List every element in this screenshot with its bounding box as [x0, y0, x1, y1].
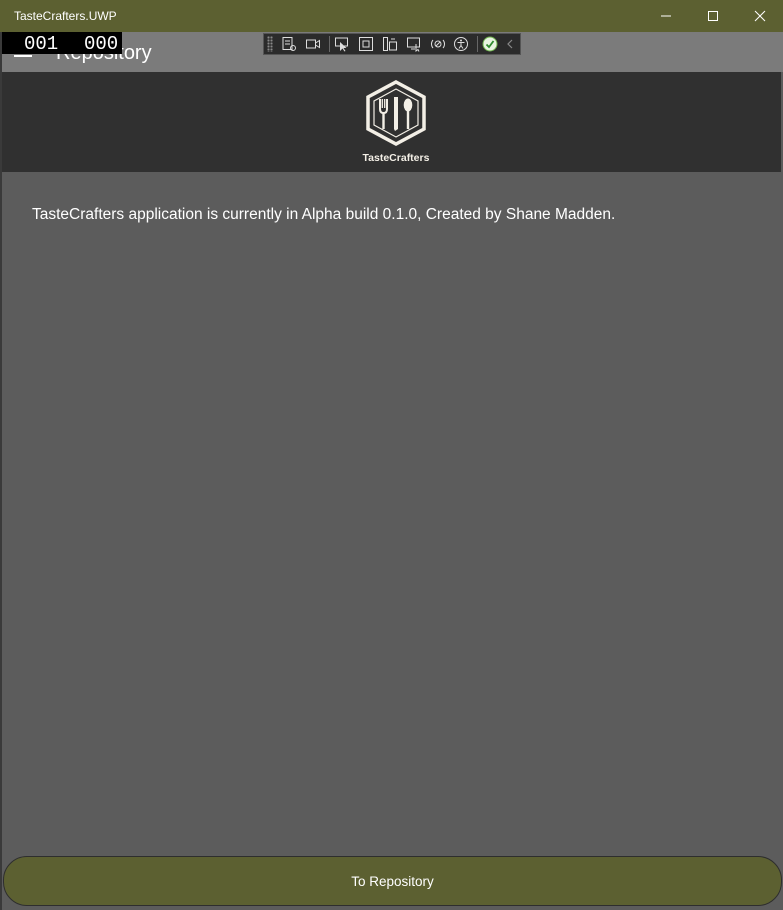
brand-banner: TasteCrafters	[2, 72, 781, 172]
close-icon	[754, 10, 766, 22]
tastecrafters-logo: TasteCrafters	[358, 79, 434, 169]
to-repository-button[interactable]: To Repository	[3, 856, 782, 906]
maximize-button[interactable]	[690, 0, 736, 32]
accessibility-button[interactable]	[451, 34, 472, 54]
minimize-button[interactable]	[643, 0, 689, 32]
status-ok-button[interactable]	[480, 34, 501, 54]
select-element-icon	[334, 37, 348, 52]
collapse-chevron-icon	[507, 39, 513, 49]
xaml-debug-toolbar	[263, 33, 521, 55]
collapse-toolbar-button[interactable]	[504, 34, 517, 54]
toolbar-separator	[476, 36, 478, 52]
window-title: TasteCrafters.UWP	[14, 9, 117, 23]
toolbar-separator	[328, 36, 330, 52]
display-layout-adorners-icon	[358, 37, 373, 51]
live-visual-tree-icon	[282, 37, 297, 51]
record-button[interactable]	[303, 34, 324, 54]
maximize-icon	[708, 11, 718, 21]
accessibility-icon	[454, 37, 469, 51]
display-layout-adorners-button[interactable]	[355, 34, 376, 54]
record-icon	[306, 39, 321, 49]
frame-rate-counter: 001 000	[2, 32, 122, 55]
select-element-button[interactable]	[331, 34, 352, 54]
hot-reload-button[interactable]	[427, 34, 448, 54]
track-focus-icon	[382, 37, 397, 51]
frame-counter-left: 001	[24, 33, 59, 55]
minimize-icon	[661, 15, 671, 17]
close-button[interactable]	[737, 0, 783, 32]
bind-failures-button[interactable]	[403, 34, 424, 54]
track-focus-button[interactable]	[379, 34, 400, 54]
hot-reload-icon	[430, 39, 445, 49]
bind-failures-icon	[406, 37, 420, 52]
frame-counter-right: 000	[84, 33, 119, 55]
status-ok-icon	[482, 36, 498, 52]
title-bar: TasteCrafters.UWP	[0, 0, 783, 32]
app-info-text: TasteCrafters application is currently i…	[32, 206, 616, 223]
logo-text: TasteCrafters	[362, 152, 430, 164]
toolbar-grip[interactable]	[267, 36, 273, 52]
cutlery-hexagon-icon	[366, 80, 426, 146]
live-visual-tree-button[interactable]	[279, 34, 300, 54]
